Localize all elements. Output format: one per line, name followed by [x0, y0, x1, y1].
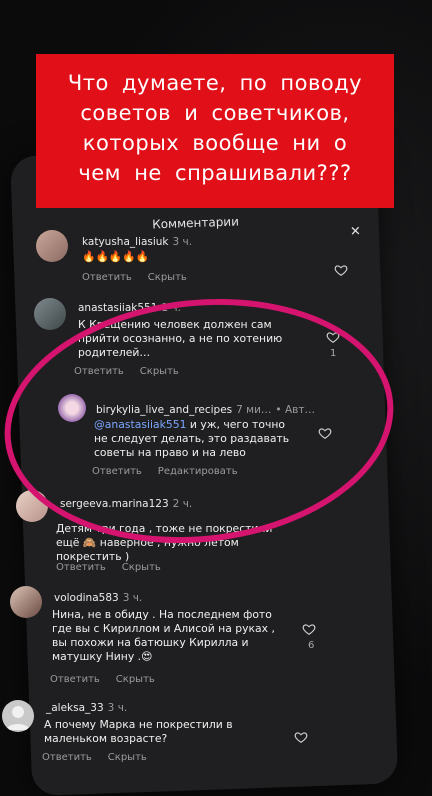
comment-username[interactable]: _aleksa_33 3 ч. — [46, 702, 127, 714]
hide-link[interactable]: Скрыть — [148, 272, 187, 283]
caption-banner: Что думаете, по поводу советов и советчи… — [36, 54, 394, 208]
reply-link[interactable]: Ответить — [82, 272, 132, 283]
like-heart-icon[interactable] — [326, 330, 340, 344]
comment-username[interactable]: sergeeva.marina123 2 ч. — [60, 498, 192, 510]
like-count: 1 — [330, 348, 337, 359]
banner-line: которых вообще ни о — [82, 131, 348, 155]
comment-text: @anastasiiak551 и уж, чего точно не след… — [94, 418, 290, 459]
comment-actions: Ответить Скрыть — [50, 674, 171, 685]
banner-line: советов и советчиков, — [80, 101, 350, 125]
like-count: 6 — [308, 640, 315, 651]
comment-username[interactable]: birykylia_live_and_recipes 7 ми… • Авт… — [96, 404, 315, 416]
comment-actions: Ответить Скрыть — [74, 366, 195, 377]
edit-link[interactable]: Редактировать — [158, 466, 238, 477]
avatar[interactable] — [58, 394, 86, 422]
comment-actions: Ответить Редактировать — [92, 466, 254, 477]
comment-actions: Ответить Скрыть — [82, 272, 203, 283]
hide-link[interactable]: Скрыть — [116, 674, 155, 685]
comment-text: А почему Марка не покрестили в маленьком… — [44, 718, 233, 745]
avatar[interactable] — [10, 586, 42, 618]
reply-link[interactable]: Ответить — [42, 752, 92, 763]
banner-line: чем не спрашивали??? — [78, 161, 352, 185]
avatar[interactable] — [2, 700, 34, 732]
hide-link[interactable]: Скрыть — [108, 752, 147, 763]
like-heart-icon[interactable] — [302, 622, 316, 636]
banner-line: Что думаете, по поводу — [67, 71, 363, 95]
hide-link[interactable]: Скрыть — [122, 562, 161, 573]
comment-actions: Ответить Скрыть — [42, 752, 163, 763]
mention-link[interactable]: @anastasiiak551 — [94, 418, 186, 431]
sheet-title: Комментарии — [151, 214, 240, 232]
comment-text: Нина, не в обиду . На последнем фото где… — [52, 608, 275, 663]
hide-link[interactable]: Скрыть — [140, 366, 179, 377]
reply-link[interactable]: Ответить — [50, 674, 100, 685]
comment-username[interactable]: volodina583 3 ч. — [54, 592, 142, 604]
reply-link[interactable]: Ответить — [74, 366, 124, 377]
comment-username[interactable]: katyusha_liasiuk 3 ч. — [82, 236, 192, 248]
comment-text: Детям три года , тоже не покрестили ещё … — [56, 522, 273, 563]
like-heart-icon[interactable] — [334, 263, 348, 277]
default-avatar-icon — [6, 706, 30, 730]
comment-text: 🔥🔥🔥🔥🔥 — [82, 250, 150, 263]
avatar[interactable] — [16, 490, 48, 522]
avatar[interactable] — [34, 298, 66, 330]
author-badge: • Авт… — [275, 404, 315, 416]
close-icon[interactable]: ✕ — [350, 224, 361, 239]
reply-link[interactable]: Ответить — [92, 466, 142, 477]
like-heart-icon[interactable] — [294, 730, 308, 744]
avatar[interactable] — [36, 230, 68, 262]
reply-link[interactable]: Ответить — [56, 562, 106, 573]
comment-username[interactable]: anastasiiak551 1 ч. — [78, 302, 181, 314]
like-heart-icon[interactable] — [318, 426, 332, 440]
comment-actions: Ответить Скрыть — [56, 562, 177, 573]
comment-text: К Крещению человек должен сам прийти осо… — [78, 318, 283, 359]
